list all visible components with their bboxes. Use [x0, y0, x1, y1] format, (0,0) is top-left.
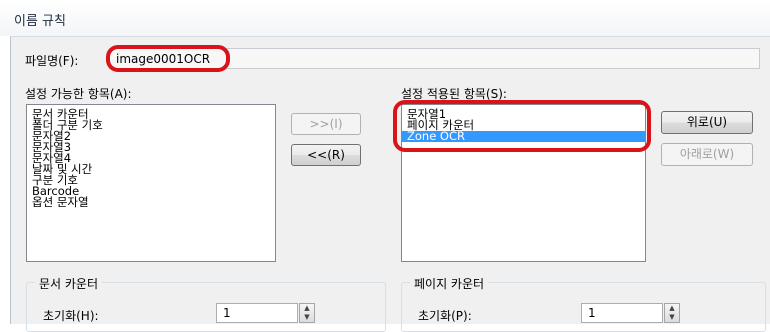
spin-up-icon[interactable]: ▲: [300, 304, 314, 313]
move-down-button[interactable]: 아래로(W): [661, 143, 753, 166]
filename-label: 파일명(F):: [25, 54, 79, 68]
doc-counter-input[interactable]: 1: [216, 303, 298, 323]
doc-counter-spinner[interactable]: ▲ ▼: [299, 303, 315, 323]
move-up-button[interactable]: 위로(U): [661, 111, 753, 134]
add-button[interactable]: >>(I): [291, 113, 361, 135]
spin-down-icon[interactable]: ▼: [300, 313, 314, 322]
available-items-list[interactable]: 문서 카운터 폴더 구분 기호 문자열2 문자열3 문자열4 날짜 및 시간 구분 기호 Ba…: [26, 104, 276, 262]
available-items-label: 설정 가능한 항목(A):: [25, 87, 132, 101]
page-counter-title: 페이지 카운터: [410, 275, 489, 292]
page-counter-init-label: 초기화(P):: [418, 309, 472, 323]
remove-button[interactable]: <<(R): [291, 144, 361, 166]
list-item[interactable]: 옵션 문자열: [27, 196, 275, 208]
spin-down-icon[interactable]: ▼: [665, 313, 679, 322]
doc-counter-init-label: 초기화(H):: [43, 309, 99, 323]
page-counter-spinner[interactable]: ▲ ▼: [664, 303, 680, 323]
highlight-filename: [106, 45, 230, 72]
dialog-client: 파일명(F): image0001OCR 설정 가능한 항목(A): 문서 카운…: [10, 36, 770, 332]
title-bar: 이름 규칙: [0, 0, 770, 36]
doc-counter-title: 문서 카운터: [35, 275, 103, 292]
window-title: 이름 규칙: [14, 14, 66, 29]
highlight-applied: [393, 100, 651, 152]
page-counter-input[interactable]: 1: [581, 303, 663, 323]
spin-up-icon[interactable]: ▲: [665, 304, 679, 313]
